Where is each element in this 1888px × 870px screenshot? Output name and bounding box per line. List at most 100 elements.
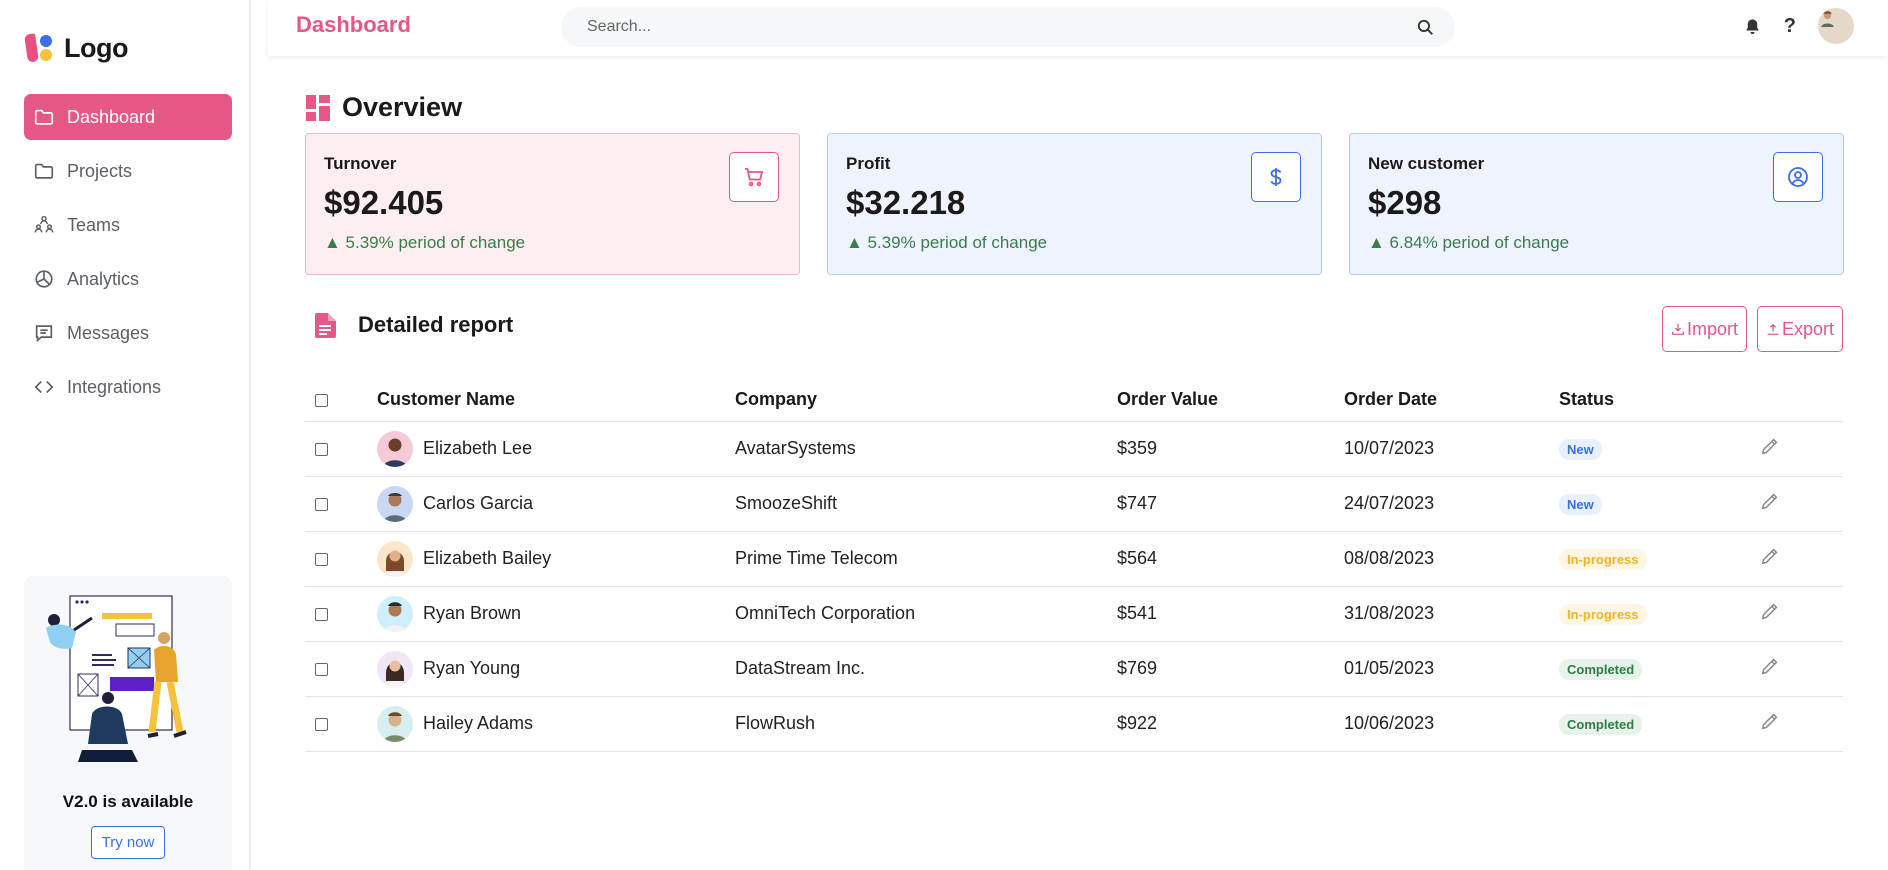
dollar-icon[interactable] [1251, 152, 1301, 202]
document-icon [315, 312, 336, 338]
column-header[interactable]: Status [1559, 378, 1759, 422]
report-heading: Detailed report [315, 312, 513, 338]
row-checkbox[interactable] [315, 607, 328, 621]
cart-icon[interactable] [729, 152, 779, 202]
order-date-cell: 31/08/2023 [1344, 586, 1559, 642]
search-bar[interactable] [561, 7, 1455, 47]
row-checkbox[interactable] [315, 442, 328, 456]
edit-icon[interactable] [1759, 435, 1781, 457]
company-cell: DataStream Inc. [735, 641, 1117, 697]
code-icon [34, 380, 54, 394]
order-value-cell: $541 [1117, 586, 1344, 642]
avatar [377, 650, 413, 687]
logo-text: Logo [64, 32, 128, 63]
order-value-cell: $564 [1117, 531, 1344, 587]
user-circle-icon[interactable] [1773, 152, 1823, 202]
table-header-row: Customer Name Company Order Value Order … [305, 378, 1843, 422]
company-cell: OmniTech Corporation [735, 586, 1117, 642]
status-badge: New [1559, 438, 1602, 460]
report-table: Customer Name Company Order Value Order … [305, 378, 1843, 752]
row-checkbox[interactable] [315, 552, 328, 566]
stat-label: Profit [846, 154, 891, 173]
stat-label: Turnover [324, 154, 397, 173]
dashboard-grid-icon [306, 94, 330, 121]
help-icon[interactable]: ? [1784, 15, 1796, 38]
export-icon [1767, 323, 1779, 335]
import-button[interactable]: Import [1661, 306, 1747, 352]
row-checkbox[interactable] [315, 497, 328, 511]
import-label: Import [1686, 318, 1738, 339]
folder-icon [34, 109, 54, 125]
sidebar-item-label: Integrations [67, 376, 162, 397]
customer-name: Ryan Brown [423, 603, 522, 623]
logo-mark-icon [24, 32, 56, 64]
export-label: Export [1781, 318, 1834, 339]
sidebar-item-dashboard[interactable]: Dashboard [24, 94, 232, 140]
stat-value: $92.405 [324, 184, 444, 221]
column-header[interactable]: Company [735, 378, 1117, 422]
top-header: Dashboard ? [268, 0, 1888, 56]
import-icon [1672, 323, 1684, 335]
message-icon [35, 325, 53, 343]
order-date-cell: 10/07/2023 [1344, 421, 1559, 477]
edit-icon[interactable] [1759, 655, 1781, 677]
stat-value: $32.218 [846, 184, 966, 221]
table-row: Elizabeth Bailey Prime Time Telecom $564… [305, 531, 1843, 587]
sidebar-item-integrations[interactable]: Integrations [24, 364, 232, 410]
stat-card-new-customer: New customer $298 ▲ 6.84% period of chan… [1349, 133, 1844, 275]
user-avatar-image [1818, 8, 1837, 27]
status-badge: In-progress [1559, 548, 1647, 570]
try-now-button[interactable]: Try now [91, 826, 165, 859]
status-badge: Completed [1559, 658, 1643, 680]
sidebar-item-messages[interactable]: Messages [24, 310, 232, 356]
customer-name: Carlos Garcia [423, 493, 534, 513]
customer-name: Elizabeth Lee [423, 438, 533, 458]
select-all-checkbox[interactable] [315, 393, 328, 407]
search-icon[interactable] [1416, 18, 1435, 37]
sidebar-item-label: Analytics [67, 268, 140, 289]
column-header[interactable]: Order Date [1344, 378, 1559, 422]
avatar [377, 705, 413, 742]
company-cell: FlowRush [735, 696, 1117, 752]
edit-icon[interactable] [1759, 600, 1781, 622]
stat-change: ▲ 5.39% period of change [846, 233, 1048, 252]
column-header[interactable]: Order Value [1117, 378, 1344, 422]
export-button[interactable]: Export [1756, 306, 1843, 352]
overview-heading: Overview [306, 92, 462, 123]
stat-label: New customer [1368, 154, 1485, 173]
order-date-cell: 24/07/2023 [1344, 476, 1559, 532]
user-avatar[interactable] [1818, 8, 1854, 44]
bell-icon[interactable] [1743, 17, 1762, 36]
stat-cards: Turnover $92.405 ▲ 5.39% period of chang… [305, 133, 1844, 275]
edit-icon[interactable] [1759, 710, 1781, 732]
report-actions: Import Export [1661, 306, 1843, 352]
row-checkbox[interactable] [315, 717, 328, 731]
table-row: Ryan Brown OmniTech Corporation $541 31/… [305, 586, 1843, 642]
sidebar-item-analytics[interactable]: Analytics [24, 256, 232, 302]
logo[interactable]: Logo [24, 32, 128, 64]
avatar [377, 540, 413, 577]
sidebar-item-label: Messages [67, 322, 150, 343]
pie-chart-icon [35, 270, 53, 288]
column-header[interactable]: Customer Name [377, 378, 735, 422]
order-value-cell: $769 [1117, 641, 1344, 697]
sidebar-item-label: Teams [67, 214, 121, 235]
row-checkbox[interactable] [315, 662, 328, 676]
edit-icon[interactable] [1759, 490, 1781, 512]
overview-title: Overview [342, 92, 463, 122]
header-actions: ? [1743, 8, 1854, 44]
page-title: Dashboard [296, 12, 411, 37]
search-input[interactable] [587, 18, 1416, 36]
order-value-cell: $922 [1117, 696, 1344, 752]
order-value-cell: $747 [1117, 476, 1344, 532]
avatar [377, 485, 413, 522]
avatar [377, 595, 413, 632]
sidebar-item-teams[interactable]: Teams [24, 202, 232, 248]
report-title: Detailed report [358, 312, 514, 337]
table-row: Elizabeth Lee AvatarSystems $359 10/07/2… [305, 421, 1843, 477]
status-badge: New [1559, 493, 1602, 515]
avatar [377, 430, 413, 467]
sidebar-item-label: Projects [67, 160, 133, 181]
sidebar-item-projects[interactable]: Projects [24, 148, 232, 194]
edit-icon[interactable] [1759, 545, 1781, 567]
